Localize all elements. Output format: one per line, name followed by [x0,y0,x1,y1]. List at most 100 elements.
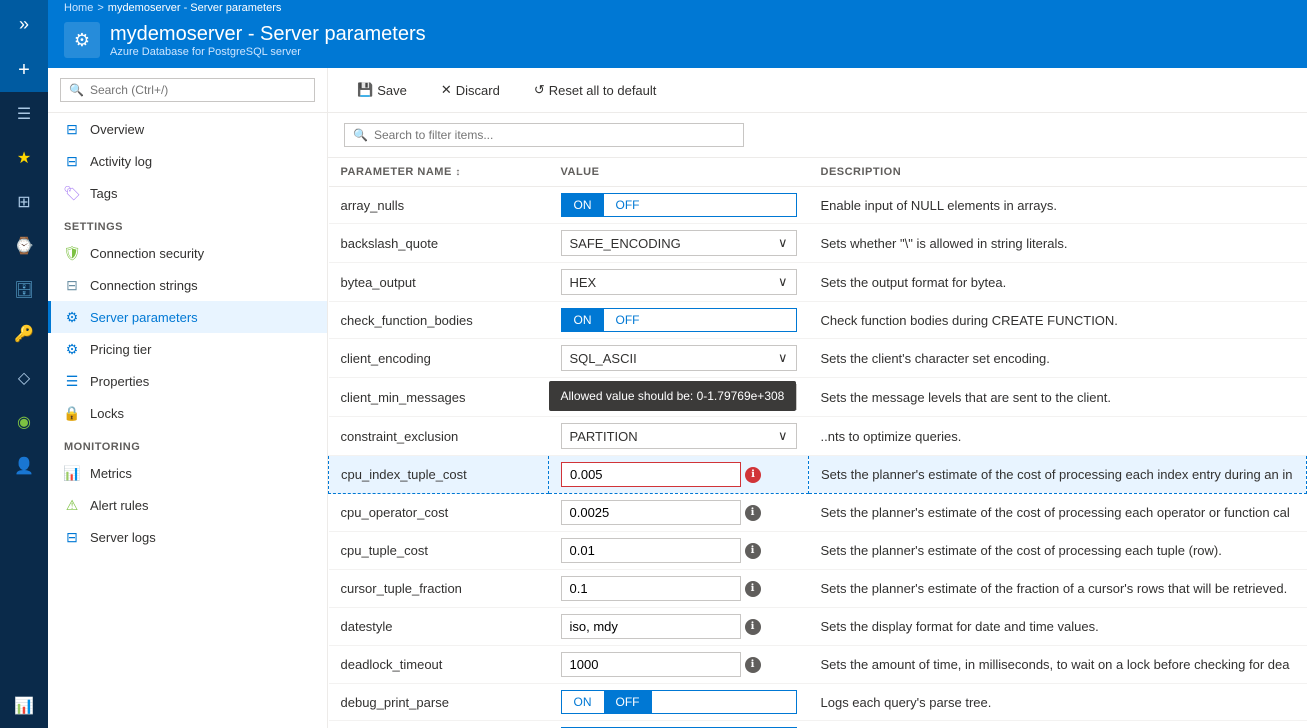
sidebar-label-connection-security: Connection security [90,246,204,261]
page-header: ⚙ mydemoserver - Server parameters Azure… [48,14,1307,68]
metrics-icon: 📊 [64,465,80,481]
param-select[interactable]: PARTITION∨ [561,423,797,449]
param-value-cell: PARTITION∨Allowed value should be: 0-1.7… [549,417,809,456]
col-label-value: VALUE [561,166,600,178]
table-row: deadlock_timeout ℹ Sets the amount of time… [329,646,1307,684]
filter-bar: 🔍 [328,113,1307,158]
circle-icon[interactable]: ◉ [0,400,48,444]
info-icon[interactable]: ℹ [745,619,761,635]
table-row: debug_print_parseONOFFLogs each query's … [329,684,1307,721]
breadcrumb-home[interactable]: Home [64,2,93,14]
discard-icon: ✕ [441,82,452,98]
table-row: constraint_exclusionPARTITION∨Allowed va… [329,417,1307,456]
select-value-text: SAFE_ENCODING [570,236,681,251]
sidebar-item-connection-security[interactable]: 🛡 Connection security [48,237,327,269]
sidebar-label-server-logs: Server logs [90,530,156,545]
info-icon[interactable]: ℹ [745,505,761,521]
toggle-on-button[interactable]: ON [562,194,604,216]
select-value-text: HEX [570,275,597,290]
sidebar-item-label-tags: Tags [90,186,117,201]
reset-button[interactable]: ↺ Reset all to default [521,76,670,104]
sidebar-item-server-parameters[interactable]: ⚙ Server parameters [48,301,327,333]
favorites-icon[interactable]: ★ [0,136,48,180]
discard-button[interactable]: ✕ Discard [428,76,513,104]
reset-icon: ↺ [534,82,545,98]
search-icon: 🔍 [69,83,84,97]
param-name-cell: bytea_output [329,263,549,302]
sidebar-item-overview[interactable]: ⊟ Overview [48,113,327,145]
sidebar-item-alert-rules[interactable]: ⚠ Alert rules [48,489,327,521]
param-value-cell: HEX∨ [549,263,809,302]
sidebar-item-tags[interactable]: 🏷 Tags [48,177,327,209]
sort-icon-param-name[interactable]: ↕ [455,167,461,178]
param-select[interactable]: SAFE_ENCODING∨ [561,230,797,256]
param-name-cell: cpu_tuple_cost [329,532,549,570]
filter-search-icon: 🔍 [353,128,368,142]
param-name-cell: backslash_quote [329,224,549,263]
sidebar: 🔍 ⊟ Overview ⊟ Activity log 🏷 Tags SETTI… [48,68,328,728]
param-name-cell: datestyle [329,608,549,646]
sidebar-item-activity-log[interactable]: ⊟ Activity log [48,145,327,177]
diamond-icon[interactable]: ◇ [0,356,48,400]
param-select[interactable]: HEX∨ [561,269,797,295]
info-icon[interactable]: ℹ [745,467,761,483]
toggle-off-button[interactable]: OFF [604,691,652,713]
info-icon[interactable]: ℹ [745,543,761,559]
param-text-input[interactable] [561,614,741,639]
filter-input-box[interactable]: 🔍 [344,123,744,147]
activity-icon[interactable]: ⌚ [0,224,48,268]
add-button[interactable]: + [0,48,48,92]
col-label-param-name: PARAMETER NAME [341,166,452,178]
sidebar-label-alert-rules: Alert rules [90,498,149,513]
sidebar-item-server-logs[interactable]: ⊟ Server logs [48,521,327,553]
page-title: mydemoserver - Server parameters [110,22,426,46]
person-icon[interactable]: 👤 [0,444,48,488]
param-input-group: ℹ [561,614,797,639]
param-name-cell: deadlock_timeout [329,646,549,684]
param-input-group: ℹ [561,462,796,487]
connection-security-icon: 🛡 [64,245,80,261]
param-description-cell: Enable input of NULL elements in arrays. [809,187,1307,224]
sidebar-item-metrics[interactable]: 📊 Metrics [48,457,327,489]
select-value-text: SQL_ASCII [570,351,637,366]
expand-button[interactable]: » [0,0,48,48]
param-text-input[interactable] [561,576,741,601]
param-text-input[interactable] [561,500,741,525]
sidebar-item-pricing-tier[interactable]: ⚙ Pricing tier [48,333,327,365]
param-name-cell: cpu_operator_cost [329,494,549,532]
sidebar-item-locks[interactable]: 🔒 Locks [48,397,327,429]
page-subtitle: Azure Database for PostgreSQL server [110,46,426,58]
param-text-input[interactable] [561,538,741,563]
pricing-tier-icon: ⚙ [64,341,80,357]
hamburger-icon[interactable]: ☰ [0,92,48,136]
param-text-input[interactable] [561,462,741,487]
key-icon[interactable]: 🔑 [0,312,48,356]
table-row: bytea_outputHEX∨Sets the output format f… [329,263,1307,302]
params-table: PARAMETER NAME ↕ VALUE DESCRIPTION [328,158,1307,728]
param-description-cell: Sets the display format for date and tim… [809,608,1307,646]
sidebar-item-properties[interactable]: ☰ Properties [48,365,327,397]
info-icon[interactable]: ℹ [745,581,761,597]
sidebar-label-connection-strings: Connection strings [90,278,198,293]
settings-section-label: SETTINGS [48,209,327,237]
filter-input[interactable] [374,128,735,142]
chart-icon[interactable]: 📊 [0,684,48,728]
toggle-group: ONOFF [561,308,797,332]
database-icon[interactable]: 🗄 [0,268,48,312]
save-button[interactable]: 💾 Save [344,76,420,104]
toggle-on-button[interactable]: ON [562,309,604,331]
toggle-off-button[interactable]: OFF [604,309,652,331]
dashboard-icon[interactable]: ⊞ [0,180,48,224]
param-value-cell: ONOFF [549,187,809,224]
param-select[interactable]: SQL_ASCII∨ [561,345,797,371]
param-description-cell: Sets the amount of time, in milliseconds… [809,646,1307,684]
sidebar-item-connection-strings[interactable]: ⊟ Connection strings [48,269,327,301]
sidebar-search-input[interactable] [90,83,306,97]
toggle-off-button[interactable]: OFF [604,194,652,216]
param-text-input[interactable] [561,652,741,677]
locks-icon: 🔒 [64,405,80,421]
info-icon[interactable]: ℹ [745,657,761,673]
discard-label: Discard [456,83,500,98]
toggle-on-button[interactable]: ON [562,691,604,713]
sidebar-search-box[interactable]: 🔍 [60,78,315,102]
